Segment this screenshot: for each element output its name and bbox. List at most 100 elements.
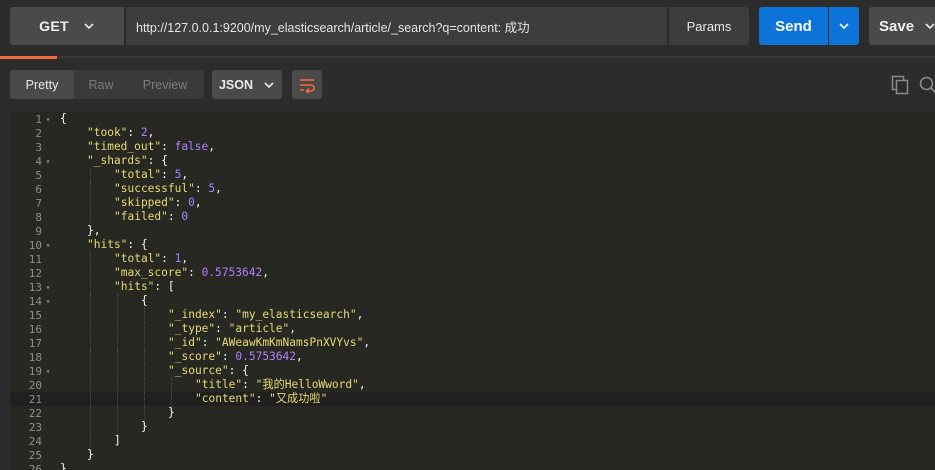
code-line[interactable]: 20 "title": "我的HelloWword", <box>10 378 935 392</box>
fold-toggle-icon[interactable]: ▾ <box>44 367 52 376</box>
line-number-text: 25 <box>28 448 42 462</box>
indent-guide <box>90 364 91 378</box>
line-number: 2 <box>10 126 58 140</box>
indent-guide <box>144 392 145 406</box>
code-text: }, <box>87 224 100 238</box>
code-text: } <box>168 406 175 420</box>
indent-guide <box>90 434 91 448</box>
code-line[interactable]: 15 "_index": "my_elasticsearch", <box>10 308 935 322</box>
code-line[interactable]: 25} <box>10 448 935 462</box>
line-number: 16 <box>10 322 58 336</box>
json-value: "my_elasticsearch" <box>235 308 357 321</box>
code-line[interactable]: 8 "failed": 0 <box>10 210 935 224</box>
code-line[interactable]: 13 ▾ "hits": [ <box>10 280 935 294</box>
send-dropdown-button[interactable] <box>829 7 859 45</box>
params-button[interactable]: Params <box>668 7 749 45</box>
line-number-text: 22 <box>28 406 42 420</box>
fold-toggle-icon[interactable]: ▾ <box>44 157 52 166</box>
code-line[interactable]: 26} <box>10 462 935 470</box>
code-line[interactable]: 12 "max_score": 0.5753642, <box>10 266 935 280</box>
json-punct: , <box>208 140 216 153</box>
code-line[interactable]: 18 "_score": 0.5753642, <box>10 350 935 364</box>
line-number-text: 18 <box>28 350 42 364</box>
line-number: 9 <box>10 224 58 238</box>
line-number: 8 <box>10 210 58 224</box>
code-line[interactable]: 5 "total": 5, <box>10 168 935 182</box>
indent-guide <box>144 308 145 322</box>
code-line[interactable]: 4 ▾ "_shards": { <box>10 154 935 168</box>
json-punct: , <box>147 126 155 139</box>
indent-guide <box>90 322 91 336</box>
wrap-lines-icon <box>300 78 315 93</box>
code-text: "timed_out": false, <box>87 140 215 154</box>
code-text: } <box>141 420 148 434</box>
code-line[interactable]: 3 "timed_out": false, <box>10 140 935 154</box>
code-text: "_source": { <box>168 364 249 378</box>
line-number: 20 <box>10 378 58 392</box>
fold-toggle-icon[interactable]: ▾ <box>44 283 52 292</box>
code-text: } <box>87 448 94 462</box>
method-select[interactable]: GET <box>10 7 124 45</box>
json-punct: : { <box>228 364 249 377</box>
fold-toggle-icon[interactable]: ▾ <box>44 115 52 124</box>
code-line[interactable]: 7 "skipped": 0, <box>10 196 935 210</box>
json-value: "我的HelloWword" <box>255 378 359 391</box>
code-line[interactable]: 19 ▾ "_source": { <box>10 364 935 378</box>
code-line[interactable]: 10 ▾ "hits": { <box>10 238 935 252</box>
code-line[interactable]: 1 ▾{ <box>10 112 935 126</box>
response-body-editor[interactable]: 1 ▾{2 "took": 2, 3 "timed_out": false, 4 ▾ "_sh… <box>10 112 935 470</box>
code-text: "hits": [ <box>114 280 175 294</box>
line-number: 17 <box>10 336 58 350</box>
json-key: "title" <box>195 378 243 391</box>
code-text: "skipped": 0, <box>114 196 202 210</box>
code-text: "total": 5, <box>114 168 188 182</box>
code-text: "failed": 0 <box>114 210 188 224</box>
code-line[interactable]: 14 ▾ { <box>10 294 935 308</box>
json-punct: , <box>356 308 364 321</box>
line-number: 10 ▾ <box>10 238 58 252</box>
send-button[interactable]: Send <box>759 7 828 45</box>
code-line[interactable]: 6 "successful": 5, <box>10 182 935 196</box>
chevron-down-icon <box>84 23 94 30</box>
copy-icon[interactable] <box>890 75 910 95</box>
wrap-lines-button[interactable] <box>292 70 322 99</box>
json-value: "又成功啦" <box>269 392 328 405</box>
indent-guide <box>117 336 118 350</box>
save-button[interactable]: Save <box>869 7 935 45</box>
code-line[interactable]: 16 "_type": "article", <box>10 322 935 336</box>
json-value: false <box>174 140 209 153</box>
view-raw-button[interactable]: Raw <box>74 70 128 99</box>
fold-toggle-icon[interactable]: ▾ <box>44 297 52 306</box>
indent-guide <box>144 364 145 378</box>
indent-guide <box>171 392 172 406</box>
line-number: 21 <box>10 392 58 406</box>
line-number: 7 <box>10 196 58 210</box>
code-line[interactable]: 23} <box>10 420 935 434</box>
line-number: 1 ▾ <box>10 112 58 126</box>
search-icon[interactable] <box>918 75 935 95</box>
indent-guide <box>117 294 118 308</box>
code-line[interactable]: 21 "content": "又成功啦" <box>10 392 935 406</box>
indent-guide <box>117 392 118 406</box>
code-line[interactable]: 24] <box>10 434 935 448</box>
json-key: "total" <box>114 168 162 181</box>
code-line[interactable]: 17 "_id": "AWeawKmKmNamsPnXVYvs", <box>10 336 935 350</box>
json-punct: : [ <box>154 280 175 293</box>
code-line[interactable]: 2 "took": 2, <box>10 126 935 140</box>
line-number: 11 <box>10 252 58 266</box>
url-input[interactable]: http://127.0.0.1:9200/my_elasticsearch/a… <box>126 7 667 45</box>
json-punct: } <box>87 448 94 461</box>
json-punct: , <box>215 182 222 195</box>
view-preview-button[interactable]: Preview <box>128 70 202 99</box>
code-line[interactable]: 11 "total": 1, <box>10 252 935 266</box>
code-line[interactable]: 9}, <box>10 224 935 238</box>
line-number: 18 <box>10 350 58 364</box>
indent-guide <box>117 308 118 322</box>
code-line[interactable]: 22} <box>10 406 935 420</box>
code-text: "_index": "my_elasticsearch", <box>168 308 363 322</box>
fold-toggle-icon[interactable]: ▾ <box>44 241 52 250</box>
indent-guide <box>90 252 91 266</box>
view-pretty-button[interactable]: Pretty <box>10 70 74 99</box>
format-select[interactable]: JSON <box>212 70 282 99</box>
line-number-text: 4 <box>35 154 42 168</box>
